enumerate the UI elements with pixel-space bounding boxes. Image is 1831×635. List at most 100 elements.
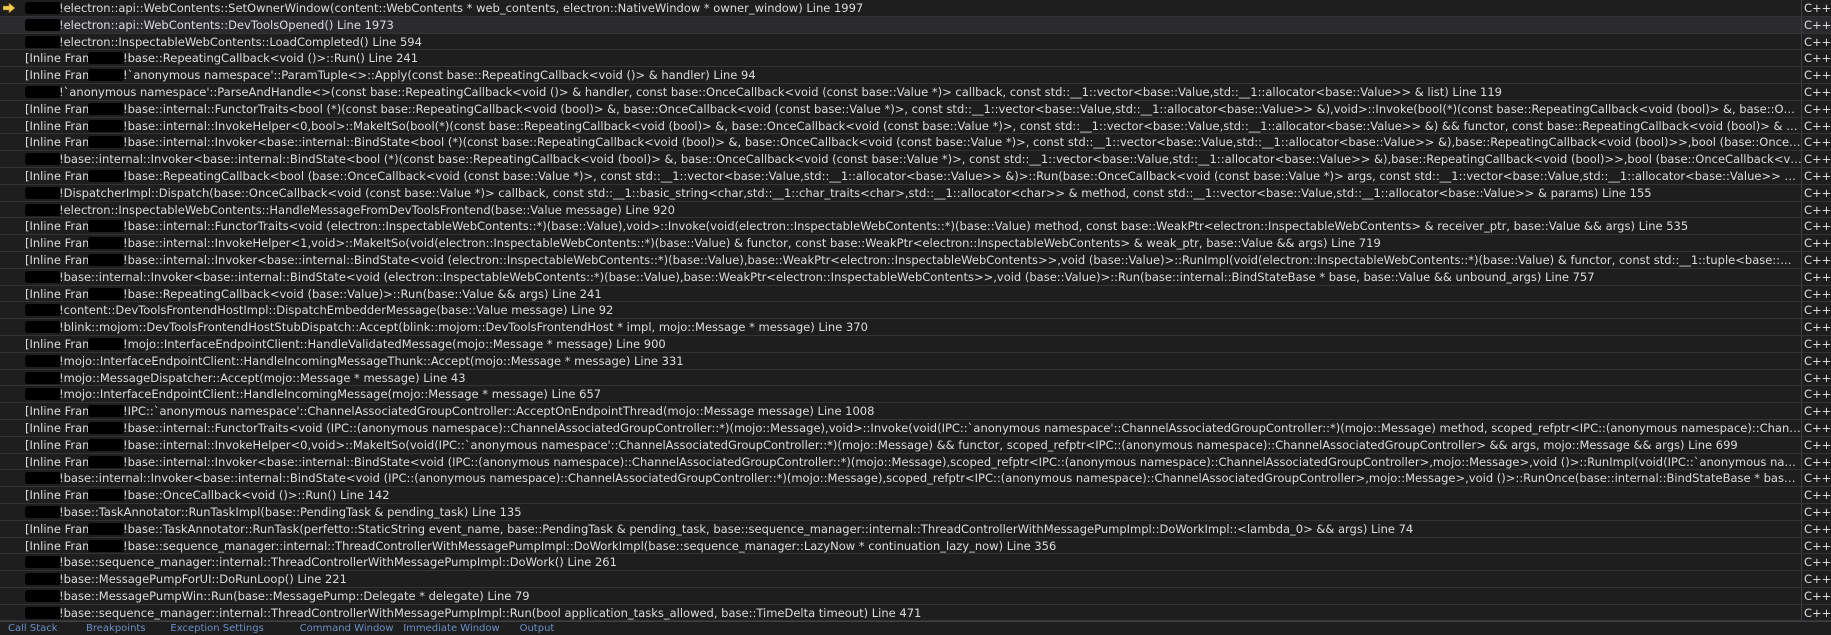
call-stack-frame-row[interactable]: [Inline Frame] !`anonymous namespace'::Pa… (0, 67, 1831, 84)
call-stack-frame-row[interactable]: !base::TaskAnnotator::RunTaskImpl(base::… (0, 503, 1831, 521)
column-separator (1801, 386, 1802, 403)
redacted-module-name (25, 354, 61, 367)
frame-language: C++ (1804, 303, 1831, 318)
call-stack-frame-row[interactable]: !mojo::InterfaceEndpointClient::HandleIn… (0, 386, 1831, 404)
redacted-module-name (88, 237, 124, 250)
bottom-tab[interactable]: Immediate Window (403, 622, 500, 635)
call-stack-frame-row[interactable]: [Inline Frame] !base::internal::InvokeHel… (0, 436, 1831, 454)
frame-language: C++ (1804, 152, 1831, 167)
redacted-module-name (88, 169, 124, 182)
call-stack-frame-row[interactable]: !electron::InspectableWebContents::LoadC… (0, 33, 1831, 51)
redacted-module-name (88, 405, 124, 418)
redacted-module-name (88, 119, 124, 132)
frame-language: C++ (1804, 471, 1831, 486)
call-stack-frame-row[interactable]: !base::MessagePumpForUI::DoRunLoop() Lin… (0, 571, 1831, 588)
column-separator (1801, 369, 1802, 386)
column-separator (1801, 151, 1802, 167)
frame-function-name: !base::internal::InvokeHelper<0,void>::M… (123, 437, 1738, 452)
frame-function-name: !base::internal::Invoker<base::internal:… (59, 269, 1595, 284)
frame-function-name: !base::MessagePumpForUI::DoRunLoop() Lin… (59, 572, 347, 587)
frame-language: C++ (1804, 521, 1831, 536)
frame-language: C++ (1804, 555, 1831, 570)
column-separator (1801, 0, 1802, 16)
bottom-tab-strip: Call Stack Breakpoints Exception Settings C… (0, 621, 1831, 635)
frame-function-name: !base::internal::InvokeHelper<0,bool>::M… (123, 118, 1802, 133)
call-stack-frame-row[interactable]: [Inline Frame] !base::OnceCallback<void (… (0, 487, 1831, 504)
column-separator (1801, 604, 1802, 621)
call-stack-frame-row[interactable]: !content::DevToolsFrontendHostImpl::Disp… (0, 302, 1831, 320)
redacted-module-name (88, 539, 124, 552)
call-stack-frame-row[interactable]: !base::sequence_manager::internal::Threa… (0, 604, 1831, 621)
call-stack-frame-row[interactable]: [Inline Frame] !base::RepeatingCallback<v… (0, 285, 1831, 303)
call-stack-frame-row[interactable]: [Inline Frame] !base::RepeatingCallback<v… (0, 50, 1831, 68)
frame-language: C++ (1804, 488, 1831, 503)
frame-function-name: !base::RepeatingCallback<bool (base::Onc… (123, 168, 1802, 183)
column-separator (1801, 503, 1802, 520)
column-separator (1801, 50, 1802, 67)
column-separator (1801, 285, 1802, 302)
call-stack-frame-row[interactable]: !base::internal::Invoker<base::internal:… (0, 151, 1831, 168)
call-stack-frame-row[interactable]: [Inline Frame] !base::internal::FunctorTr… (0, 419, 1831, 437)
call-stack-frame-row[interactable]: !base::internal::Invoker<base::internal:… (0, 470, 1831, 488)
redacted-module-name (88, 438, 124, 451)
redacted-module-name (88, 69, 124, 82)
frame-language: C++ (1804, 538, 1831, 553)
frame-language: C++ (1804, 353, 1831, 368)
frame-language: C++ (1804, 202, 1831, 217)
call-stack-frame-row[interactable]: [Inline Frame] !base::TaskAnnotator::RunT… (0, 520, 1831, 538)
frame-function-name: !`anonymous namespace'::ParamTuple<>::Ap… (123, 68, 756, 83)
column-separator (1801, 100, 1802, 117)
bottom-tab[interactable]: Command Window (300, 622, 394, 635)
bottom-tab[interactable]: Breakpoints (86, 622, 146, 635)
call-stack-frame-row[interactable]: !base::MessagePumpWin::Run(base::Message… (0, 587, 1831, 605)
call-stack-frame-row[interactable]: !base::sequence_manager::internal::Threa… (0, 554, 1831, 572)
column-separator (1801, 352, 1802, 369)
bottom-tab[interactable]: Exception Settings (170, 622, 263, 635)
call-stack-frame-row[interactable]: [Inline Frame] !mojo::InterfaceEndpointCl… (0, 335, 1831, 353)
call-stack-frame-row[interactable]: !electron::InspectableWebContents::Handl… (0, 201, 1831, 219)
frame-language: C++ (1804, 454, 1831, 469)
redacted-module-name (25, 203, 61, 216)
frame-function-name: !electron::InspectableWebContents::Handl… (59, 202, 675, 217)
frame-function-name: !blink::mojom::DevToolsFrontendHostStubD… (59, 320, 868, 335)
call-stack-frame-row[interactable]: !DispatcherImpl::Dispatch(base::OnceCall… (0, 184, 1831, 202)
call-stack-frame-row[interactable]: !blink::mojom::DevToolsFrontendHostStubD… (0, 319, 1831, 336)
frame-function-name: !mojo::InterfaceEndpointClient::HandleVa… (123, 336, 666, 351)
call-stack-frame-row[interactable]: !`anonymous namespace'::ParseAndHandle<>… (0, 83, 1831, 101)
column-separator (1801, 453, 1802, 470)
frame-language: C++ (1804, 437, 1831, 452)
frame-function-name: !base::MessagePumpWin::Run(base::Message… (59, 588, 530, 603)
call-stack-frame-row[interactable]: [Inline Frame] !base::internal::FunctorTr… (0, 100, 1831, 118)
redacted-module-name (25, 270, 61, 283)
bottom-tab[interactable]: Output (520, 622, 555, 635)
call-stack-frame-row[interactable]: [Inline Frame] !base::internal::InvokeHel… (0, 235, 1831, 252)
call-stack-frame-row[interactable]: !electron::api::WebContents::DevToolsOpe… (0, 16, 1831, 34)
redacted-module-name (88, 522, 124, 535)
call-stack-frame-row[interactable]: [Inline Frame] !base::internal::InvokeHel… (0, 117, 1831, 135)
frame-language: C++ (1804, 51, 1831, 66)
frame-language: C++ (1804, 68, 1831, 83)
call-stack-frame-row[interactable]: [Inline Frame] !base::internal::Invoker<b… (0, 134, 1831, 152)
call-stack-frame-row[interactable]: !base::internal::Invoker<base::internal:… (0, 268, 1831, 286)
call-stack-frame-row[interactable]: [Inline Frame] !base::sequence_manager::i… (0, 537, 1831, 555)
frame-function-name: !base::sequence_manager::internal::Threa… (59, 555, 617, 570)
frame-language: C++ (1804, 168, 1831, 183)
call-stack-frame-row[interactable]: !electron::api::WebContents::SetOwnerWin… (0, 0, 1831, 17)
call-stack-frame-row[interactable]: [Inline Frame] !base::internal::Invoker<b… (0, 453, 1831, 471)
column-separator (1801, 83, 1802, 100)
bottom-tab[interactable]: Call Stack (8, 622, 58, 635)
frame-language: C++ (1804, 605, 1831, 620)
frame-language: C++ (1804, 387, 1831, 402)
redacted-module-name (25, 2, 61, 14)
call-stack-frame-row[interactable]: [Inline Frame] !base::RepeatingCallback<b… (0, 167, 1831, 185)
call-stack-frame-row[interactable]: [Inline Frame] !base::internal::FunctorTr… (0, 218, 1831, 236)
call-stack-frame-row[interactable]: !mojo::MessageDispatcher::Accept(mojo::M… (0, 369, 1831, 387)
redacted-module-name (88, 421, 124, 434)
call-stack-frame-row[interactable]: !mojo::InterfaceEndpointClient::HandleIn… (0, 352, 1831, 370)
frame-function-name: !base::TaskAnnotator::RunTaskImpl(base::… (59, 504, 522, 519)
frame-function-name: !base::internal::Invoker<base::internal:… (123, 135, 1802, 150)
call-stack-frame-row[interactable]: [Inline Frame] !base::internal::Invoker<b… (0, 251, 1831, 269)
call-stack-frame-row[interactable]: [Inline Frame] !IPC::`anonymous namespace… (0, 403, 1831, 420)
frame-function-name: !base::sequence_manager::internal::Threa… (123, 538, 1057, 553)
redacted-module-name (25, 556, 61, 569)
